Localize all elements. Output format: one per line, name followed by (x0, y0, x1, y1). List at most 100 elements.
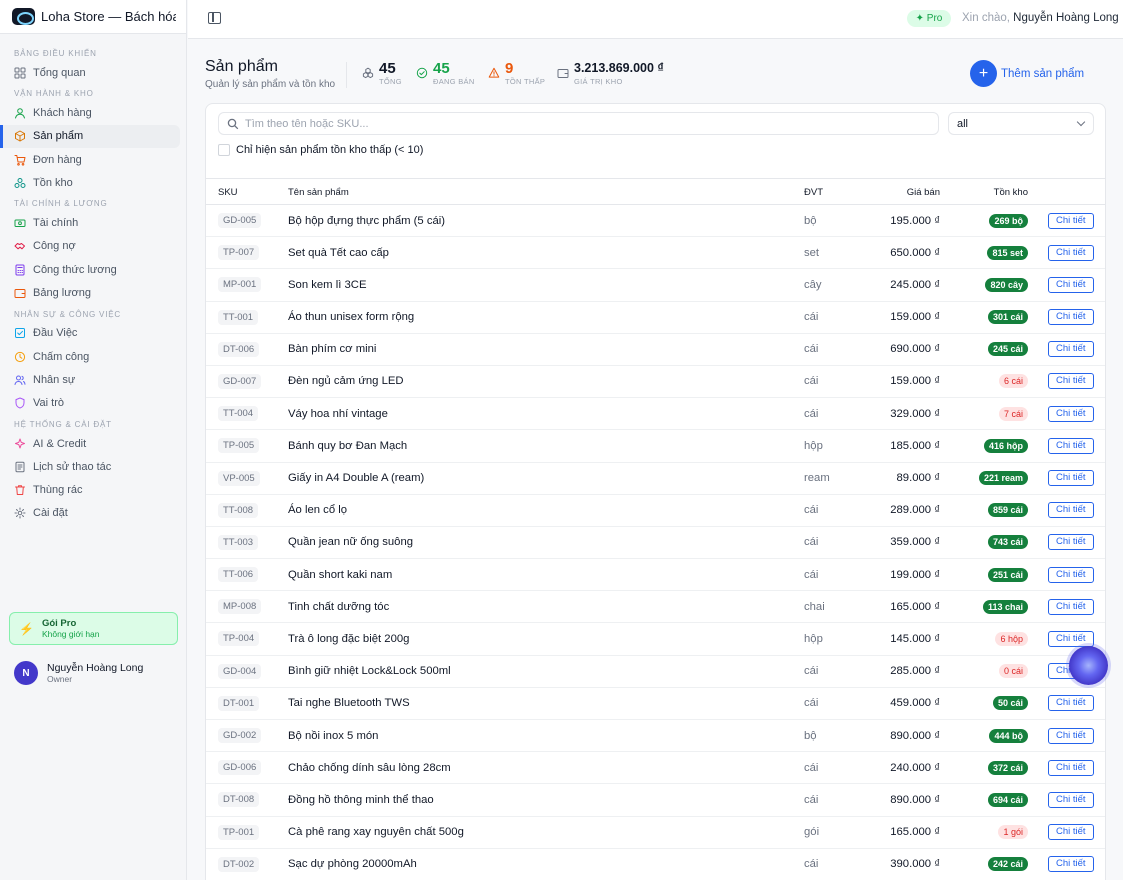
col-name[interactable]: Tên sản phẩm (288, 187, 349, 198)
detail-button[interactable]: Chi tiết (1048, 630, 1094, 647)
table-row[interactable]: MP-001 Son kem lì 3CE cây 245.000 ₫ 820 cây C… (206, 269, 1105, 302)
table-row[interactable]: GD-007 Đèn ngủ cảm ứng LED cái 159.000 ₫ 6 c… (206, 366, 1105, 399)
table-row[interactable]: VP-005 Giấy in A4 Double A (ream) ream 89.0… (206, 463, 1105, 495)
table-row[interactable]: TT-001 Áo thun unisex form rộng cái 159.000… (206, 302, 1105, 334)
sidebar-item[interactable]: Cài đặt (0, 502, 180, 525)
product-name: Bình giữ nhiệt Lock&Lock 500ml (288, 665, 451, 678)
table-row[interactable]: TT-004 Váy hoa nhí vintage cái 329.000 ₫ 7 c… (206, 398, 1105, 431)
stat-item: 45 TỔNG (362, 60, 402, 86)
stock-cell: 245 cái (946, 334, 1028, 365)
detail-button[interactable]: Chi tiết (1048, 791, 1094, 808)
detail-button[interactable]: Chi tiết (1048, 405, 1094, 422)
stock-badge: 694 cái (987, 792, 1028, 807)
col-stock[interactable]: Tồn kho (946, 187, 1028, 198)
sidebar-item[interactable]: Sản phẩm (0, 124, 180, 148)
search-input[interactable] (245, 117, 925, 130)
detail-button[interactable]: Chi tiết (1048, 534, 1094, 551)
sidebar-item[interactable]: Vai trò (0, 392, 180, 415)
detail-button[interactable]: Chi tiết (1048, 470, 1094, 486)
brand[interactable]: Loha Store — Bách hóa ... (0, 0, 186, 34)
table-row[interactable]: DT-002 Sạc dự phòng 20000mAh cái 390.000 ₫ 2… (206, 849, 1105, 880)
sidebar-item[interactable]: Bảng lương (0, 281, 180, 304)
detail-button[interactable]: Chi tiết (1048, 309, 1094, 326)
product-name: Bộ nồi inox 5 món (288, 729, 379, 742)
detail-button[interactable]: Chi tiết (1048, 759, 1094, 776)
detail-button[interactable]: Chi tiết (1048, 212, 1094, 229)
table-row[interactable]: DT-001 Tai nghe Bluetooth TWS cái 459.000 ₫… (206, 688, 1105, 720)
table-row[interactable]: TT-006 Quần short kaki nam cái 199.000 ₫ 251… (206, 559, 1105, 592)
sidebar-item[interactable]: Đơn hàng (0, 148, 180, 171)
unit-cell: cái (804, 568, 819, 581)
cart-icon (14, 154, 26, 166)
search-box[interactable] (218, 112, 939, 135)
table-row[interactable]: TT-003 Quần jean nữ ống suông cái 359.000 ₫… (206, 527, 1105, 560)
low-stock-filter[interactable]: Chỉ hiện sản phẩm tồn kho thấp (< 10) (218, 144, 423, 156)
sidebar-item[interactable]: AI & Credit (0, 432, 180, 455)
detail-button[interactable]: Chi tiết (1048, 276, 1094, 293)
table-row[interactable]: GD-002 Bộ nồi inox 5 món bộ 890.000 ₫ 444 bộ… (206, 720, 1105, 753)
plus-icon: + (970, 60, 997, 87)
detail-button[interactable]: Chi tiết (1048, 566, 1094, 583)
detail-button[interactable]: Chi tiết (1048, 727, 1094, 744)
user-name: Nguyễn Hoàng Long (47, 662, 144, 674)
plan-card[interactable]: ⚡ Gói Pro Không giới hạn (9, 612, 178, 645)
ai-assistant-button[interactable] (1069, 646, 1108, 685)
table-row[interactable]: TP-004 Trà ô long đặc biệt 200g hộp 145.000… (206, 623, 1105, 656)
detail-button[interactable]: Chi tiết (1048, 824, 1094, 841)
sidebar-item-label: Thùng rác (33, 484, 83, 497)
status-select[interactable]: all (948, 112, 1094, 135)
table-row[interactable]: MP-008 Tinh chất dưỡng tóc chai 165.000 ₫ 11… (206, 591, 1105, 624)
nav-section-title: BẢNG ĐIỀU KHIỂN (14, 49, 97, 58)
stock-badge: 251 cái (987, 567, 1028, 582)
user-profile[interactable]: N Nguyễn Hoàng Long Owner (14, 661, 143, 685)
sidebar-item[interactable]: Đầu Việc (0, 322, 180, 345)
stat-value: 45 (379, 60, 396, 77)
table-row[interactable]: TP-001 Cà phê rang xay nguyên chất 500g gó… (206, 817, 1105, 849)
user-role: Owner (47, 674, 73, 684)
unit-cell: chai (804, 600, 825, 613)
sidebar-item[interactable]: Nhân sự (0, 368, 180, 391)
sidebar-item[interactable]: Tổng quan (0, 61, 180, 84)
table-row[interactable]: DT-006 Bàn phím cơ mini cái 690.000 ₫ 245 cá… (206, 334, 1105, 366)
product-name: Chảo chống dính sâu lòng 28cm (288, 761, 451, 774)
unit-cell: cây (804, 278, 822, 291)
table-row[interactable]: TT-008 Áo len cổ lọ cái 289.000 ₫ 859 cái Chi… (206, 495, 1105, 527)
table-row[interactable]: GD-004 Bình giữ nhiệt Lock&Lock 500ml cái 2… (206, 656, 1105, 688)
table-row[interactable]: GD-005 Bộ hộp đựng thực phẩm (5 cái) bộ 195… (206, 205, 1105, 238)
table-row[interactable]: DT-008 Đồng hồ thông minh thể thao cái 890.… (206, 784, 1105, 817)
detail-button[interactable]: Chi tiết (1048, 244, 1094, 261)
sidebar-item[interactable]: Lịch sử thao tác (0, 455, 180, 478)
col-sku[interactable]: SKU (218, 187, 238, 198)
table-row[interactable]: TP-007 Set quà Tết cao cấp set 650.000 ₫ 815… (206, 237, 1105, 270)
detail-button[interactable]: Chi tiết (1048, 373, 1094, 390)
sidebar-item[interactable]: Khách hàng (0, 101, 180, 124)
add-product-button[interactable]: + Thêm sản phẩm (970, 60, 1084, 87)
sidebar-item[interactable]: Thùng rác (0, 478, 180, 501)
sidebar-item[interactable]: Tồn kho (0, 171, 180, 194)
boxes-icon (14, 177, 26, 189)
detail-button[interactable]: Chi tiết (1048, 341, 1094, 358)
sidebar-toggle-icon[interactable] (208, 12, 221, 24)
detail-button[interactable]: Chi tiết (1048, 695, 1094, 712)
detail-button[interactable]: Chi tiết (1048, 437, 1094, 454)
detail-cell: Chi tiết (1048, 334, 1094, 365)
col-price[interactable]: Giá bán (846, 187, 940, 198)
low-stock-checkbox[interactable] (218, 144, 230, 156)
detail-button[interactable]: Chi tiết (1048, 856, 1094, 873)
col-unit[interactable]: ĐVT (804, 187, 823, 198)
sidebar-item[interactable]: Chấm công (0, 345, 180, 368)
detail-button[interactable]: Chi tiết (1048, 502, 1094, 519)
sidebar-item[interactable]: Công thức lương (0, 258, 180, 281)
table-row[interactable]: TP-005 Bánh quy bơ Đan Mạch hộp 185.000 ₫ 41… (206, 430, 1105, 463)
sidebar-item[interactable]: Tài chính (0, 211, 180, 234)
table-row[interactable]: GD-006 Chảo chống dính sâu lòng 28cm cái 24… (206, 752, 1105, 785)
sidebar-item[interactable]: Công nợ (0, 235, 180, 258)
sku-cell: TT-003 (218, 527, 259, 558)
stat-item: 9 TỒN THẤP (488, 60, 545, 86)
sku-pill: TP-007 (218, 245, 260, 261)
detail-button[interactable]: Chi tiết (1048, 598, 1094, 615)
sku-cell: GD-005 (218, 205, 262, 236)
wallet-icon (557, 67, 569, 79)
stock-cell: 7 cái (946, 398, 1028, 429)
sku-cell: TT-004 (218, 398, 259, 429)
